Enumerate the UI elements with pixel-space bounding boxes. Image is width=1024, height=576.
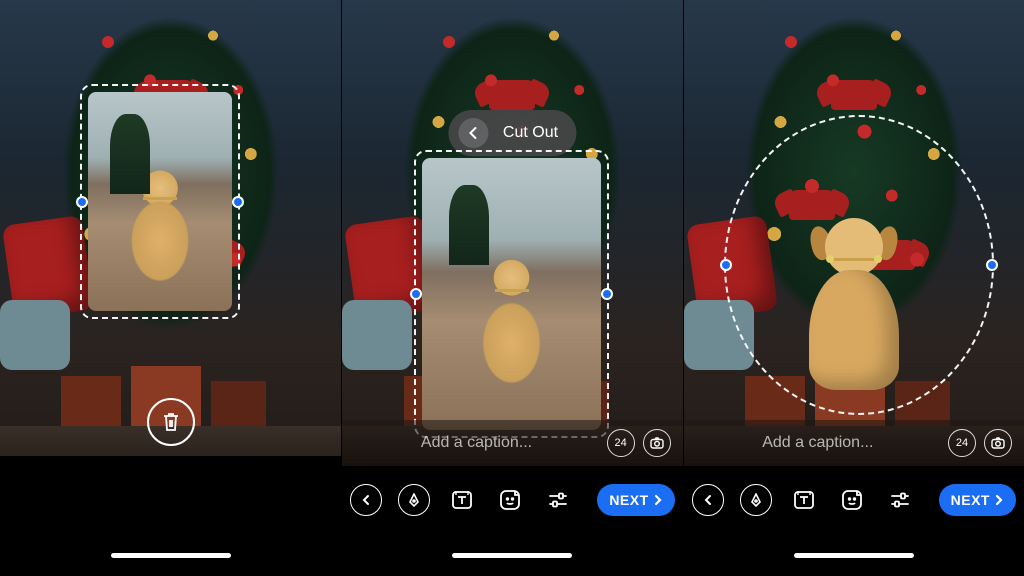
inserted-photo[interactable] [88,92,232,311]
duration-value: 24 [956,437,968,449]
caption-bar: Add a caption... 24 [342,420,682,466]
selection-rectangle[interactable] [80,84,240,319]
home-indicator [794,553,914,558]
next-button[interactable]: NEXT [597,484,674,516]
sliders-icon [547,491,569,509]
next-label: NEXT [951,492,990,508]
camera-icon [991,437,1005,449]
sticker-smile-icon [841,489,863,511]
text-box-icon [451,490,473,510]
editor-toolbar: NEXT [684,476,1024,524]
text-tool-button[interactable] [446,484,478,516]
trash-icon [161,411,181,433]
bottom-black-bar [0,456,341,576]
sliders-icon [889,491,911,509]
dog-stick [832,258,876,261]
duration-value: 24 [615,437,627,449]
resize-handle-right[interactable] [601,288,613,300]
camera-button[interactable] [643,429,671,457]
chevron-left-icon [467,126,481,140]
dog-head [825,218,883,276]
back-tool-button[interactable] [692,484,724,516]
resize-handle-left[interactable] [410,288,422,300]
sofa-decoration [342,300,412,370]
chevron-right-icon [653,494,663,506]
delete-button[interactable] [147,398,195,446]
sofa-decoration [0,300,70,370]
phone-screen-3: Add a caption... 24 NEXT [683,0,1024,576]
selection-rectangle[interactable] [414,150,609,438]
dog-body [809,270,899,390]
phone-screen-2: Cut Out Add a caption... 24 [341,0,682,576]
duration-button[interactable]: 24 [607,429,635,457]
text-tool-button[interactable] [788,484,820,516]
sticker-smile-icon [499,489,521,511]
home-indicator [452,553,572,558]
resize-handle-right[interactable] [986,259,998,271]
back-button[interactable] [459,118,489,148]
back-tool-button[interactable] [350,484,382,516]
chevron-left-icon [360,494,372,506]
text-box-icon [793,490,815,510]
sticker-tool-button[interactable] [494,484,526,516]
cutout-title: Cut Out [503,124,558,142]
inserted-photo[interactable] [422,158,601,430]
adjust-tool-button[interactable] [884,484,916,516]
bow-decoration [831,80,877,110]
camera-button[interactable] [984,429,1012,457]
next-button[interactable]: NEXT [939,484,1016,516]
home-indicator [111,553,231,558]
pen-nib-icon [749,493,763,507]
caption-input[interactable]: Add a caption... [696,434,940,452]
resize-handle-left[interactable] [720,259,732,271]
pen-nib-icon [407,493,421,507]
camera-icon [650,437,664,449]
draw-tool-button[interactable] [740,484,772,516]
resize-handle-left[interactable] [76,196,88,208]
draw-tool-button[interactable] [398,484,430,516]
bow-decoration [489,80,535,110]
editor-toolbar: NEXT [342,476,682,524]
adjust-tool-button[interactable] [542,484,574,516]
next-label: NEXT [609,492,648,508]
caption-bar: Add a caption... 24 [684,420,1024,466]
caption-input[interactable]: Add a caption... [354,434,598,452]
phone-screen-1 [0,0,341,576]
chevron-left-icon [702,494,714,506]
sticker-tool-button[interactable] [836,484,868,516]
cutout-sticker[interactable] [789,200,919,390]
duration-button[interactable]: 24 [948,429,976,457]
resize-handle-right[interactable] [232,196,244,208]
chevron-right-icon [994,494,1004,506]
